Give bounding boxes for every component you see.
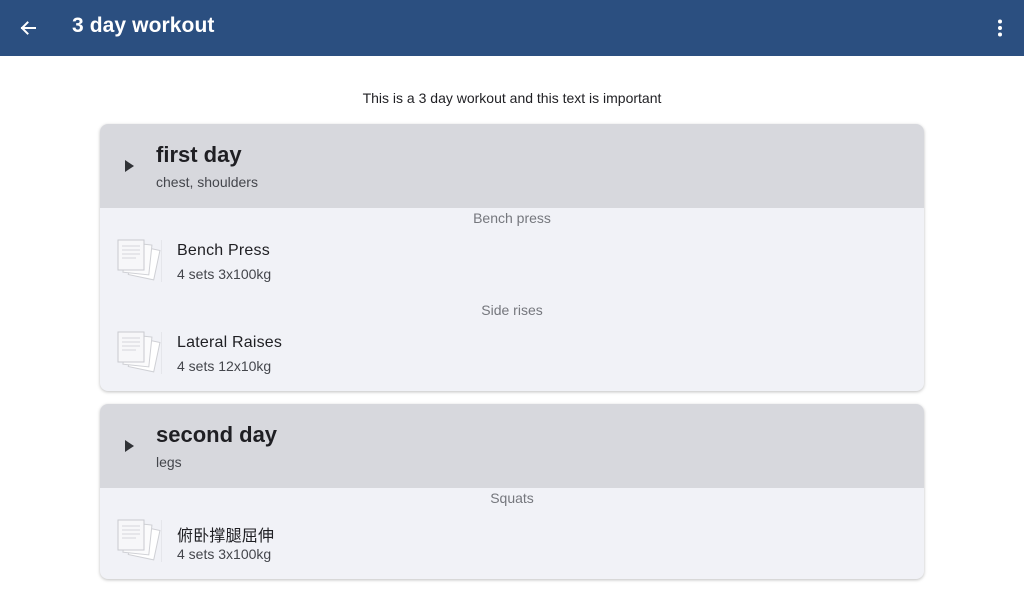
exercise-detail: 4 sets 12x10kg bbox=[177, 358, 272, 374]
documents-icon bbox=[117, 331, 162, 374]
app-bar: 3 day workout bbox=[0, 0, 1024, 56]
workout-description: This is a 3 day workout and this text is… bbox=[362, 90, 662, 106]
day-header-second[interactable]: second day legs bbox=[100, 404, 924, 488]
day-subtitle: legs bbox=[156, 454, 182, 470]
documents-icon bbox=[117, 239, 162, 282]
day-subtitle: chest, shoulders bbox=[156, 174, 258, 190]
exercise-label: Bench press bbox=[473, 210, 551, 226]
exercise-item-squats[interactable]: 俯卧撑腿屈伸 4 sets 3x100kg bbox=[100, 508, 924, 579]
documents-icon bbox=[117, 519, 162, 562]
play-arrow-icon[interactable] bbox=[122, 438, 136, 454]
exercise-label: Squats bbox=[490, 490, 534, 506]
exercise-item-lateral-raises[interactable]: Lateral Raises 4 sets 12x10kg bbox=[100, 320, 924, 391]
overflow-menu-button[interactable] bbox=[988, 12, 1012, 44]
exercise-name: 俯卧撑腿屈伸 bbox=[177, 528, 275, 545]
back-button[interactable] bbox=[12, 12, 44, 44]
day-title: second day bbox=[156, 422, 278, 447]
exercise-detail: 4 sets 3x100kg bbox=[177, 546, 272, 562]
exercise-name: Lateral Raises bbox=[177, 334, 283, 351]
page-title: 3 day workout bbox=[72, 14, 215, 37]
day-card: first day chest, shoulders Bench press B… bbox=[100, 124, 924, 391]
exercise-detail: 4 sets 3x100kg bbox=[177, 266, 272, 282]
exercise-label: Side rises bbox=[481, 302, 543, 318]
day-card: second day legs Squats 俯卧撑腿屈伸 4 sets 3x1… bbox=[100, 404, 924, 579]
day-title: first day bbox=[156, 142, 242, 167]
more-vert-icon bbox=[998, 19, 1002, 37]
day-header-first[interactable]: first day chest, shoulders bbox=[100, 124, 924, 208]
arrow-left-icon bbox=[20, 21, 36, 35]
exercise-item-bench-press[interactable]: Bench Press 4 sets 3x100kg bbox=[100, 228, 924, 300]
exercise-name: Bench Press bbox=[177, 242, 270, 259]
play-arrow-icon[interactable] bbox=[122, 158, 136, 174]
